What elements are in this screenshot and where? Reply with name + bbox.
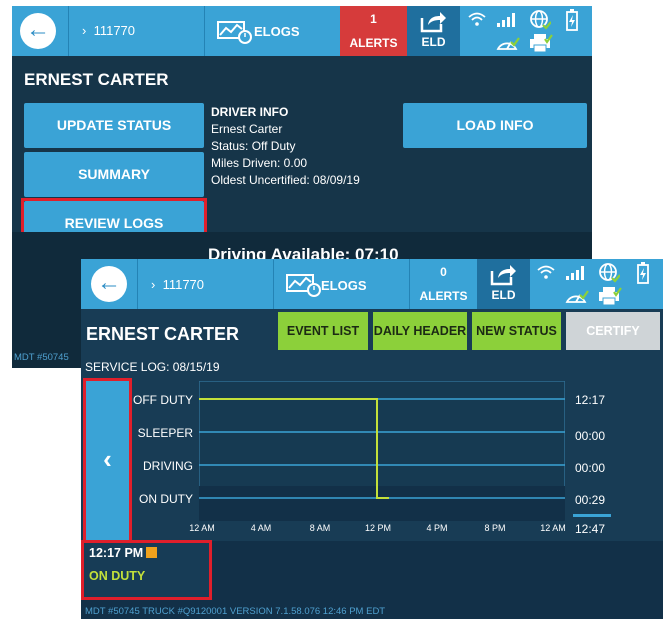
time-off-duty: 12:17: [575, 393, 606, 407]
alerts-button[interactable]: 1 ALERTS: [340, 6, 407, 56]
footer: MDT #50745: [14, 352, 69, 363]
elogs-label[interactable]: ELOGS: [254, 24, 300, 39]
top-bar: ← › 111770 ELOGS 0 ALERTS ELD: [81, 259, 663, 309]
row-label-off-duty: OFF DUTY: [133, 393, 193, 407]
tick-12pm: 12 PM: [364, 523, 391, 533]
eld-button[interactable]: ELD: [477, 259, 530, 309]
truck-id: 111770: [162, 277, 205, 292]
time-driving: 00:00: [575, 461, 606, 475]
on-duty-band: [199, 486, 565, 521]
duty-status-graph: [199, 381, 565, 521]
driver-name: ERNEST CARTER: [24, 70, 169, 89]
driver-info-name: Ernest Carter: [211, 122, 283, 136]
share-icon: [420, 12, 446, 33]
signal-icon: [566, 266, 584, 280]
event-item-highlight: [81, 540, 212, 600]
driver-info-oldest: Oldest Uncertified: 08/09/19: [211, 173, 360, 187]
time-total: 12:47: [575, 522, 606, 536]
tick-8am: 8 AM: [309, 523, 331, 533]
wifi-icon: [468, 12, 486, 26]
driver-info-heading: DRIVER INFO: [211, 105, 289, 119]
previous-day-highlight: [83, 378, 132, 544]
printer-icon: [599, 287, 622, 306]
divider: [68, 6, 69, 56]
battery-icon: [637, 262, 649, 284]
tick-8pm: 8 PM: [484, 523, 506, 533]
load-info-button[interactable]: LOAD INFO: [403, 103, 587, 148]
driver-info-status: Status: Off Duty: [211, 139, 296, 153]
tick-4am: 4 AM: [250, 523, 272, 533]
alerts-count: 0: [440, 265, 447, 279]
elogs-label[interactable]: ELOGS: [321, 278, 367, 293]
time-sleeper: 00:00: [575, 429, 606, 443]
truck-id: 111770: [93, 23, 136, 38]
tick-4pm: 4 PM: [426, 523, 448, 533]
back-arrow-icon[interactable]: ←: [20, 13, 56, 49]
time-on-duty: 00:29: [575, 493, 606, 507]
gauge-icon: [496, 37, 520, 50]
globe-icon: [530, 10, 551, 30]
printer-icon: [530, 34, 553, 53]
divider: [204, 6, 205, 56]
row-label-on-duty: ON DUTY: [139, 492, 193, 506]
wifi-icon: [537, 265, 555, 279]
divider: [137, 259, 138, 309]
row-label-driving: DRIVING: [142, 459, 193, 473]
footer: MDT #50745 TRUCK #Q9120001 VERSION 7.1.5…: [85, 606, 386, 617]
elogs-screen-front: ← › 111770 ELOGS 0 ALERTS ELD ERNEST CAR…: [81, 259, 663, 619]
row-label-sleeper: SLEEPER: [137, 426, 193, 440]
driver-info: DRIVER INFO Ernest Carter Status: Off Du…: [211, 104, 360, 189]
alerts-label: ALERTS: [349, 36, 398, 50]
daily-header-button[interactable]: DAILY HEADER: [373, 312, 467, 350]
driver-name: ERNEST CARTER: [86, 324, 240, 344]
new-status-button[interactable]: NEW STATUS: [472, 312, 561, 350]
event-list-button[interactable]: EVENT LIST: [278, 312, 368, 350]
total-divider: [573, 514, 611, 517]
elogs-chart-icon: [217, 21, 252, 44]
truck-selector[interactable]: › 111770: [151, 277, 204, 292]
driver-info-miles: Miles Driven: 0.00: [211, 156, 308, 170]
elogs-chart-icon: [286, 274, 321, 297]
globe-icon: [599, 263, 620, 283]
alerts-button[interactable]: 0 ALERTS: [410, 259, 477, 309]
eld-label: ELD: [421, 35, 446, 49]
tick-12am: 12 AM: [189, 523, 215, 533]
summary-button[interactable]: SUMMARY: [24, 152, 204, 197]
tick-12am-end: 12 AM: [540, 523, 566, 533]
alerts-count: 1: [370, 12, 377, 26]
service-log-date: SERVICE LOG: 08/15/19: [85, 360, 220, 374]
gauge-icon: [565, 290, 589, 303]
battery-icon: [566, 9, 578, 31]
top-bar: ← › 111770 ELOGS 1 ALERTS ELD: [12, 6, 592, 56]
back-arrow-icon[interactable]: ←: [91, 266, 127, 302]
eld-label: ELD: [491, 288, 516, 302]
eld-button[interactable]: ELD: [407, 6, 460, 56]
truck-selector[interactable]: › 111770: [82, 23, 135, 38]
signal-icon: [497, 13, 515, 27]
certify-button[interactable]: CERTIFY: [566, 312, 660, 350]
update-status-button[interactable]: UPDATE STATUS: [24, 103, 204, 148]
alerts-label: ALERTS: [419, 289, 468, 303]
divider: [273, 259, 274, 309]
share-icon: [490, 265, 516, 286]
